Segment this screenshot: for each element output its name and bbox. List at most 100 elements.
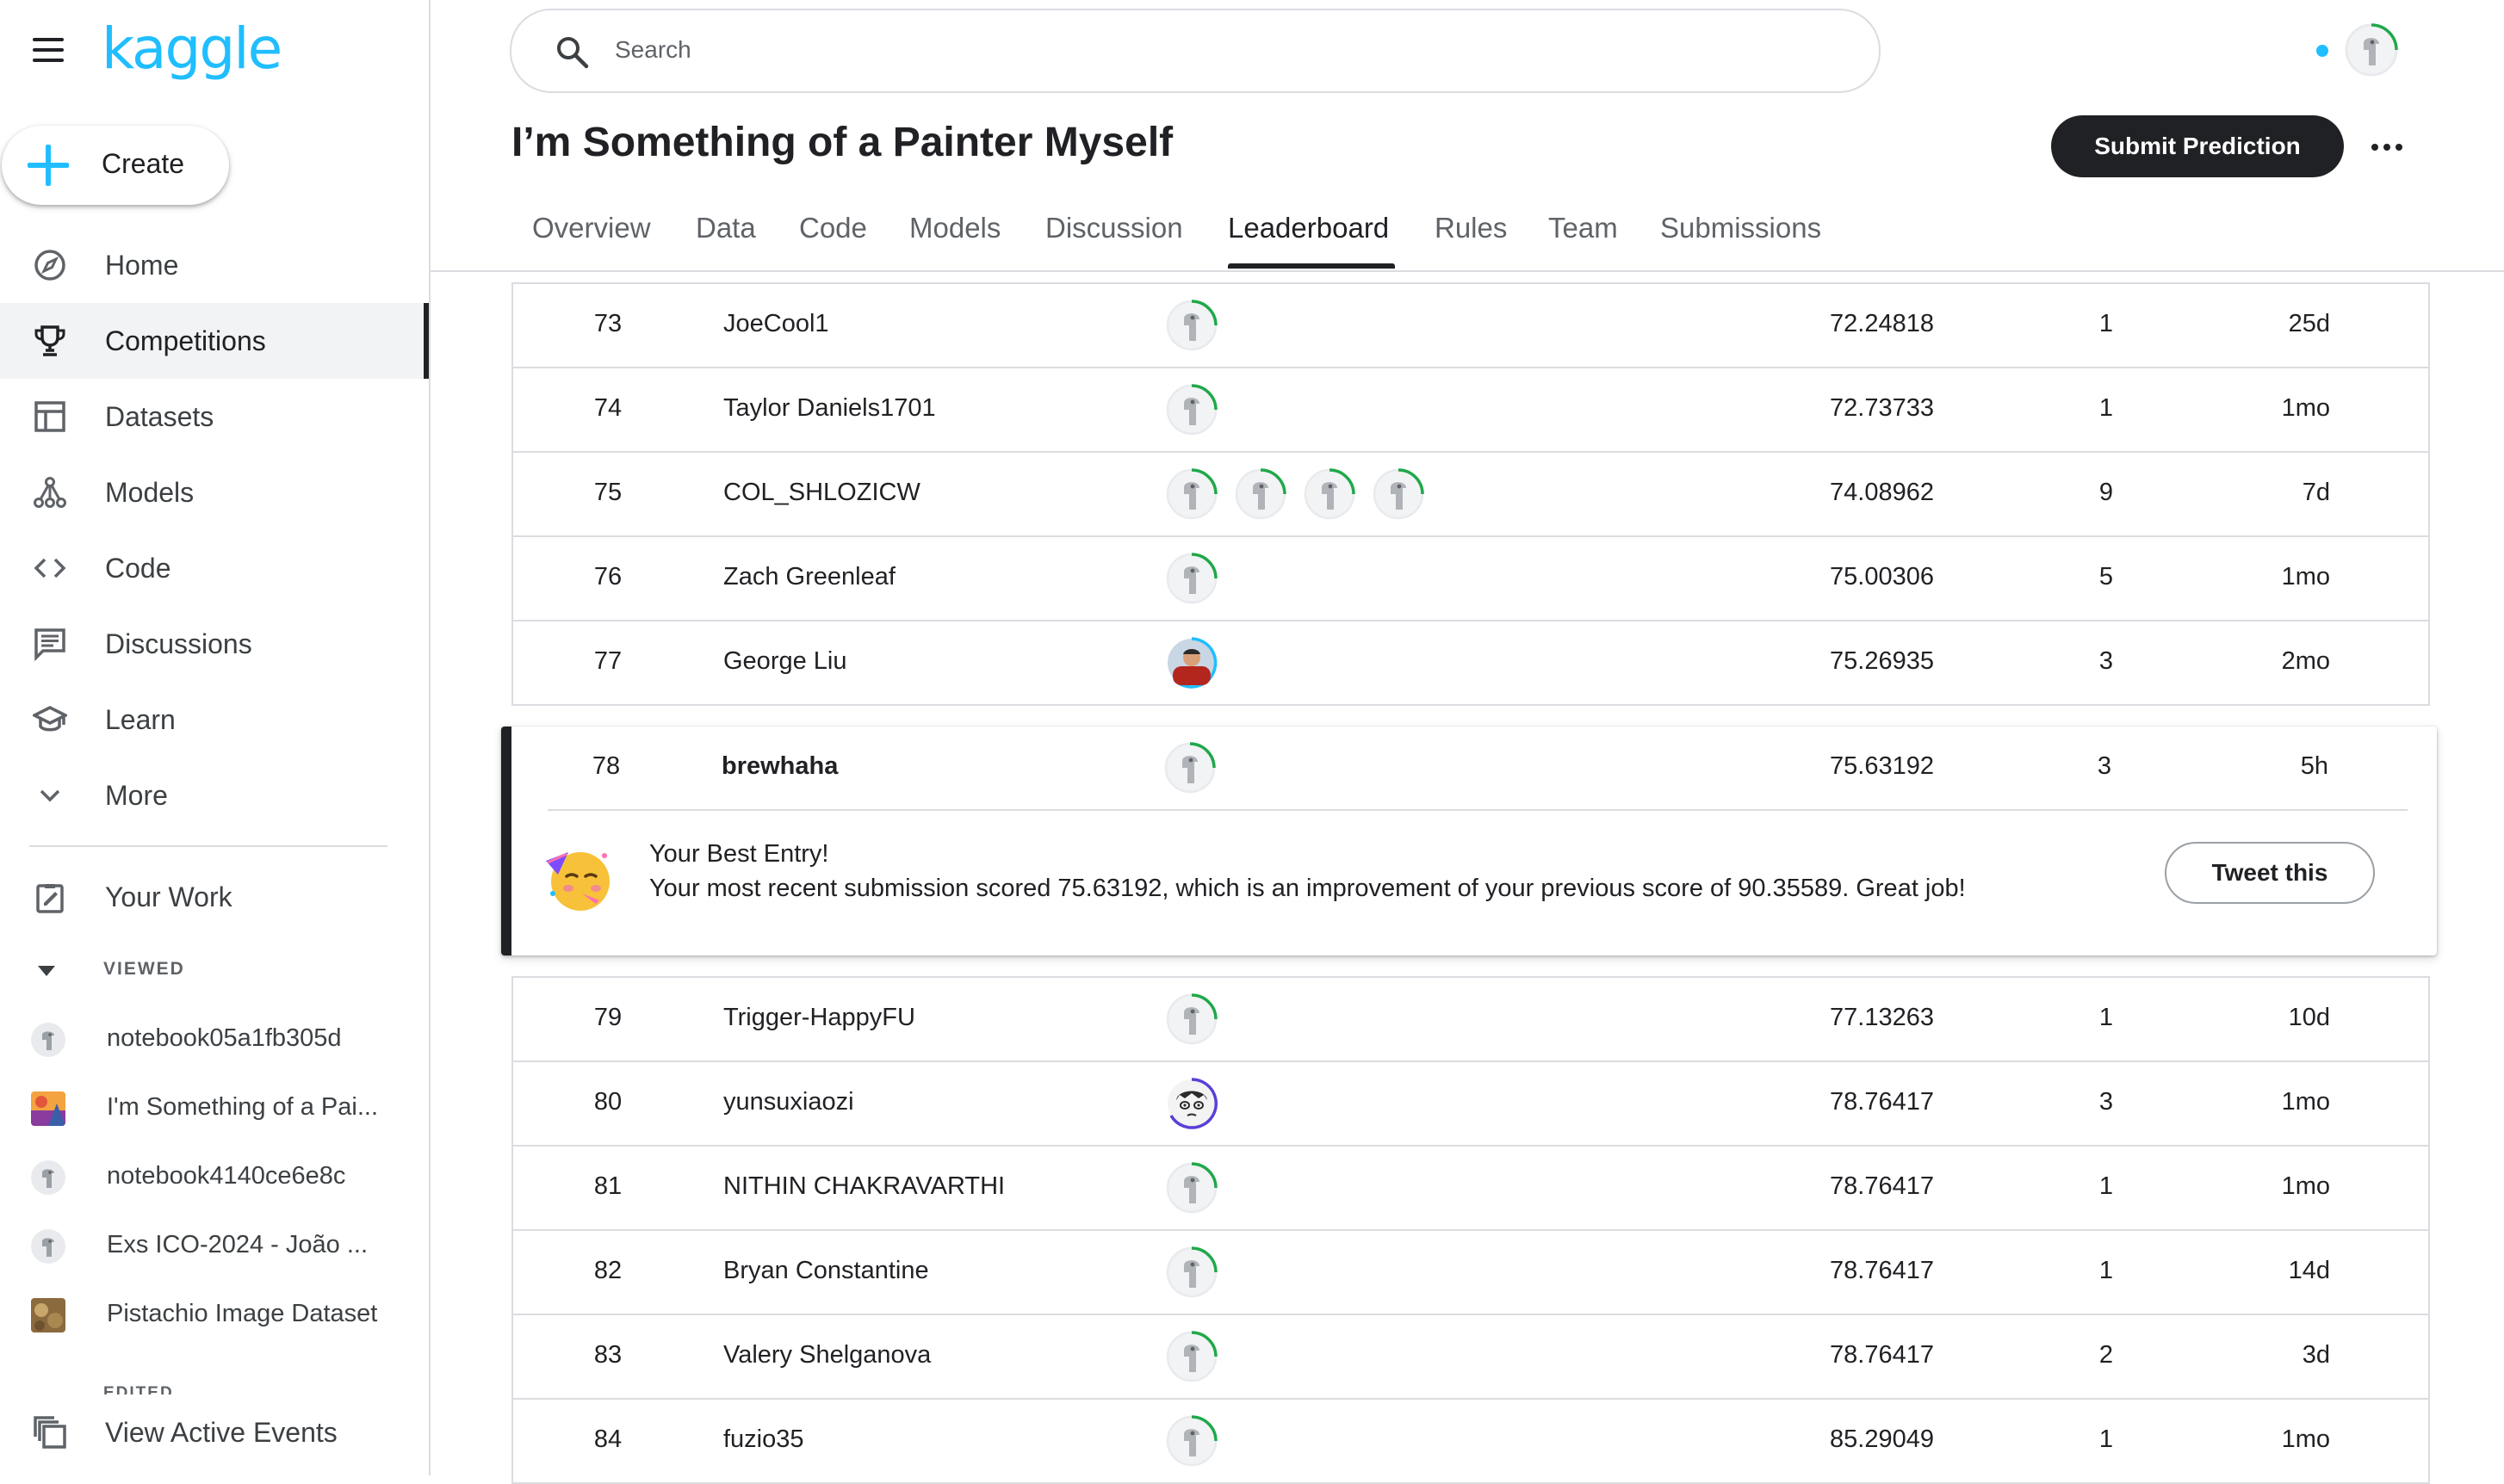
- party-face-icon: [546, 852, 610, 911]
- table-row[interactable]: 80 yunsuxiaozi 78.76417 3 1mo: [513, 1062, 2428, 1147]
- score-cell: 78.76417: [1830, 1172, 1934, 1200]
- table-row[interactable]: 75 COL_SHLOZICW 74.08962 9 7d: [513, 453, 2428, 537]
- score-cell: 72.73733: [1830, 394, 1934, 422]
- last-cell: 1mo: [2281, 394, 2330, 422]
- table-row[interactable]: 74 Taylor Daniels1701 72.73733 1 1mo: [513, 368, 2428, 453]
- team-name[interactable]: Taylor Daniels1701: [723, 394, 936, 423]
- sidebar-item-models[interactable]: Models: [0, 454, 429, 530]
- score-cell: 78.76417: [1830, 1088, 1934, 1116]
- last-cell: 1mo: [2281, 1088, 2330, 1116]
- sidebar-item-more[interactable]: More: [0, 757, 429, 833]
- your-team-row[interactable]: 78 brewhaha 75.63192 3 5h: [511, 727, 2437, 809]
- create-button[interactable]: Create: [2, 126, 229, 205]
- member-avatar[interactable]: [1164, 1413, 1219, 1469]
- team-name[interactable]: JoeCool1: [723, 310, 829, 338]
- tab-discussion[interactable]: Discussion: [1045, 212, 1183, 244]
- sidebar-item-datasets[interactable]: Datasets: [0, 379, 429, 454]
- recent-item[interactable]: I'm Something of a Pai...: [0, 1074, 429, 1143]
- tab-models[interactable]: Models: [909, 212, 1001, 244]
- last-cell: 1mo: [2281, 1425, 2330, 1453]
- member-avatar[interactable]: [1164, 551, 1219, 606]
- member-avatar[interactable]: [1164, 1329, 1219, 1384]
- rank-cell: 83: [593, 1341, 623, 1369]
- sidebar-item-code[interactable]: Code: [0, 530, 429, 606]
- table-row[interactable]: 84 fuzio35 85.29049 1 1mo: [513, 1400, 2428, 1482]
- last-cell: 5h: [2300, 752, 2328, 780]
- rank-cell: 79: [593, 1004, 623, 1031]
- sidebar-item-home[interactable]: Home: [0, 227, 429, 303]
- sidebar-item-label: Code: [105, 553, 171, 584]
- sidebar: kaggle Create Home Competitions Datasets…: [0, 0, 431, 1475]
- kaggle-logo[interactable]: kaggle: [102, 15, 282, 82]
- entries-cell: 1: [2098, 1257, 2114, 1284]
- table-row[interactable]: 79 Trigger-HappyFU 77.13263 1 10d: [513, 978, 2428, 1062]
- rank-cell: 75: [593, 479, 623, 506]
- member-avatar[interactable]: [1164, 298, 1219, 353]
- tweet-button[interactable]: Tweet this: [2165, 842, 2375, 904]
- sidebar-item-discussions[interactable]: Discussions: [0, 606, 429, 682]
- notification-dot: [2316, 45, 2328, 57]
- sidebar-item-learn[interactable]: Learn: [0, 682, 429, 757]
- table-row[interactable]: 83 Valery Shelganova 78.76417 2 3d: [513, 1315, 2428, 1400]
- member-avatar[interactable]: [1164, 1076, 1219, 1131]
- team-name[interactable]: yunsuxiaozi: [723, 1088, 854, 1116]
- member-avatar[interactable]: [1164, 992, 1219, 1047]
- team-name[interactable]: fuzio35: [723, 1425, 804, 1454]
- sidebar-item-label: Competitions: [105, 325, 266, 356]
- recent-item[interactable]: Exs ICO-2024 - João ...: [0, 1212, 429, 1281]
- recent-item[interactable]: Pistachio Image Dataset: [0, 1281, 429, 1350]
- member-avatar[interactable]: [1164, 382, 1219, 437]
- rank-cell: 76: [593, 563, 623, 591]
- team-name[interactable]: NITHIN CHAKRAVARTHI: [723, 1172, 1005, 1201]
- search-input[interactable]: Search: [510, 9, 1881, 93]
- table-row[interactable]: 76 Zach Greenleaf 75.00306 5 1mo: [513, 537, 2428, 621]
- tab-submissions[interactable]: Submissions: [1660, 212, 1821, 244]
- recently-viewed-list: notebook05a1fb305d I'm Something of a Pa…: [0, 1005, 429, 1350]
- table-row[interactable]: 81 NITHIN CHAKRAVARTHI 78.76417 1 1mo: [513, 1147, 2428, 1231]
- submit-prediction-button[interactable]: Submit Prediction: [2051, 115, 2344, 177]
- recent-item-label: notebook05a1fb305d: [107, 1024, 342, 1052]
- last-cell: 3d: [2302, 1341, 2330, 1369]
- last-cell: 1mo: [2281, 1172, 2330, 1200]
- tab-team[interactable]: Team: [1548, 212, 1618, 244]
- table-row[interactable]: 73 JoeCool1 72.24818 1 25d: [513, 284, 2428, 368]
- view-active-events-button[interactable]: View Active Events: [0, 1394, 429, 1470]
- sidebar-item-competitions[interactable]: Competitions: [0, 303, 429, 379]
- clipboard-icon: [36, 884, 64, 913]
- team-name[interactable]: COL_SHLOZICW: [723, 479, 920, 507]
- last-cell: 25d: [2288, 310, 2330, 337]
- member-avatar[interactable]: [1164, 1245, 1219, 1300]
- tab-code[interactable]: Code: [799, 212, 867, 244]
- view-active-events-label: View Active Events: [105, 1417, 338, 1448]
- table-row[interactable]: 82 Bryan Constantine 78.76417 1 14d: [513, 1231, 2428, 1315]
- sidebar-item-your-work[interactable]: Your Work: [0, 859, 429, 935]
- sidebar-nav: Home Competitions Datasets Models Code D…: [0, 227, 429, 833]
- tab-data[interactable]: Data: [696, 212, 756, 244]
- team-name[interactable]: Bryan Constantine: [723, 1257, 929, 1285]
- recent-item[interactable]: notebook4140ce6e8c: [0, 1143, 429, 1212]
- recent-item[interactable]: notebook05a1fb305d: [0, 1005, 429, 1074]
- team-name[interactable]: brewhaha: [722, 752, 838, 781]
- member-avatar[interactable]: [1164, 1160, 1219, 1215]
- menu-icon[interactable]: [31, 33, 65, 67]
- tab-overview[interactable]: Overview: [532, 212, 651, 244]
- member-avatar[interactable]: [1371, 467, 1426, 522]
- table-row[interactable]: 77 George Liu 75.26935 3 2mo: [513, 621, 2428, 704]
- member-avatar[interactable]: [1164, 467, 1219, 522]
- entries-cell: 5: [2098, 563, 2114, 591]
- member-avatar[interactable]: [1162, 740, 1218, 795]
- team-name[interactable]: George Liu: [723, 647, 847, 676]
- team-name[interactable]: Trigger-HappyFU: [723, 1004, 915, 1032]
- tab-leaderboard[interactable]: Leaderboard: [1228, 212, 1389, 244]
- team-name[interactable]: Valery Shelganova: [723, 1341, 931, 1370]
- member-avatar[interactable]: [1302, 467, 1357, 522]
- score-cell: 75.00306: [1830, 563, 1934, 591]
- user-avatar[interactable]: [2344, 22, 2399, 77]
- member-avatar[interactable]: [1233, 467, 1288, 522]
- tab-rules[interactable]: Rules: [1435, 212, 1507, 244]
- member-avatar[interactable]: [1164, 635, 1219, 690]
- team-name[interactable]: Zach Greenleaf: [723, 563, 896, 591]
- caret-down-icon: [38, 966, 55, 976]
- more-options-icon[interactable]: [2361, 121, 2413, 172]
- sidebar-divider: [29, 845, 387, 847]
